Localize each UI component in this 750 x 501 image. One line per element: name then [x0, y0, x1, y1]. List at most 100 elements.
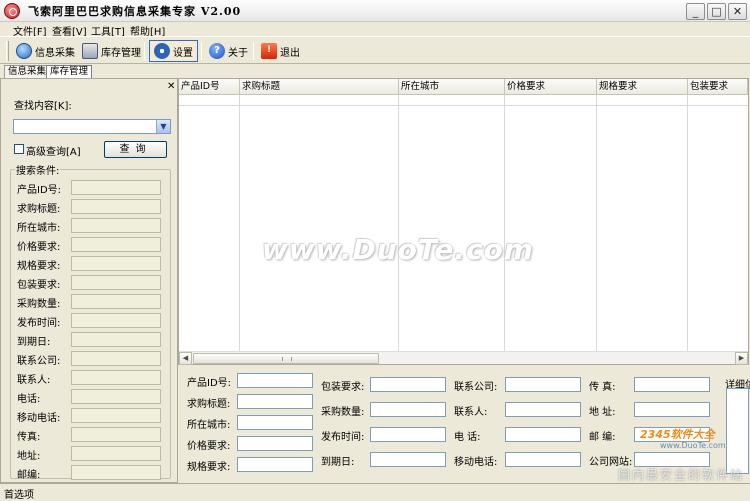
search-field-label: 移动电话: [17, 413, 61, 424]
scroll-thumb[interactable] [193, 353, 379, 364]
search-field-input[interactable] [71, 256, 161, 271]
detail-label: 发布时间: [321, 432, 365, 443]
search-field-label: 地址: [17, 451, 41, 462]
detail-label: 产品ID号: [187, 378, 232, 389]
toolbar-separator [201, 42, 202, 60]
minimize-button[interactable]: _ [686, 3, 705, 20]
search-field-label: 求购标题: [17, 204, 61, 215]
search-field-input[interactable] [71, 370, 161, 385]
detail-input[interactable] [237, 457, 313, 472]
about-label: 关于 [228, 47, 248, 59]
maximize-button[interactable]: □ [707, 3, 726, 20]
search-field-input[interactable] [71, 180, 161, 195]
detail-input[interactable] [370, 377, 446, 392]
detail-label: 传 真: [589, 382, 616, 393]
search-field-label: 电话: [17, 394, 41, 405]
detail-input[interactable] [370, 452, 446, 467]
detail-input[interactable] [505, 452, 581, 467]
inventory-button[interactable]: 库存管理 [78, 40, 145, 62]
toolbar-separator [144, 42, 145, 60]
detail-textarea[interactable] [726, 388, 749, 474]
column-divider [596, 95, 597, 351]
search-field-input[interactable] [71, 408, 161, 423]
watermark-site-name: 2345软件大全 [640, 428, 715, 441]
table-row[interactable] [179, 95, 748, 106]
search-field-label: 价格要求: [17, 242, 61, 253]
column-header[interactable]: 价格要求 [505, 79, 597, 95]
search-field-input[interactable] [71, 275, 161, 290]
gear-icon [154, 43, 170, 59]
settings-label: 设置 [173, 47, 193, 59]
detail-input[interactable] [505, 377, 581, 392]
watermark-text: www.DuoTe.com [262, 233, 534, 266]
search-field-label: 邮编: [17, 470, 41, 481]
tab-info-collect[interactable]: 信息采集 [4, 65, 51, 78]
detail-input[interactable] [505, 402, 581, 417]
search-field-label: 传真: [17, 432, 41, 443]
detail-input[interactable] [505, 427, 581, 442]
exit-button[interactable]: ! 退出 [257, 40, 304, 62]
info-collect-button[interactable]: 信息采集 [12, 40, 79, 62]
detail-label: 联系人: [454, 407, 488, 418]
detail-input[interactable] [237, 394, 313, 409]
search-field-input[interactable] [71, 313, 161, 328]
detail-input[interactable] [370, 402, 446, 417]
column-header[interactable]: 包装要求 [688, 79, 748, 95]
search-field-input[interactable] [71, 218, 161, 233]
horizontal-scrollbar[interactable]: ◀ ▶ [179, 351, 748, 365]
column-header[interactable]: 规格要求 [597, 79, 688, 95]
results-grid[interactable]: 产品ID号 求购标题 所在城市 价格要求 规格要求 包装要求 ◀ ▶ [178, 78, 749, 365]
search-panel: ✕ 查找内容[K]: ▼ 高级查询[A] 查询 搜索条件: 产品ID号: 求购标题… [0, 78, 178, 483]
detail-input[interactable] [634, 377, 710, 392]
scroll-left-icon[interactable]: ◀ [179, 352, 192, 365]
query-button[interactable]: 查询 [104, 141, 167, 158]
column-header[interactable]: 产品ID号 [179, 79, 240, 95]
advanced-query-checkbox[interactable] [14, 144, 24, 154]
search-field-input[interactable] [71, 465, 161, 480]
search-field-input[interactable] [71, 446, 161, 461]
search-field-input[interactable] [71, 427, 161, 442]
detail-input[interactable] [634, 452, 710, 467]
column-divider [687, 95, 688, 351]
close-window-button[interactable]: ✕ [728, 3, 747, 20]
detail-label: 联系公司: [454, 382, 498, 393]
search-field-input[interactable] [71, 294, 161, 309]
column-divider [504, 95, 505, 351]
info-collect-label: 信息采集 [35, 47, 75, 59]
about-button[interactable]: ? 关于 [205, 40, 252, 62]
detail-input[interactable] [237, 436, 313, 451]
close-panel-icon[interactable]: ✕ [167, 81, 175, 92]
search-field-label: 联系人: [17, 375, 51, 386]
settings-button[interactable]: 设置 [149, 40, 198, 62]
find-label: 查找内容[K]: [14, 101, 72, 112]
column-divider [398, 95, 399, 351]
search-field-input[interactable] [71, 199, 161, 214]
scroll-right-icon[interactable]: ▶ [735, 352, 748, 365]
detail-label: 邮 编: [589, 432, 616, 443]
toolbar-grip [6, 41, 9, 61]
search-field-input[interactable] [71, 389, 161, 404]
detail-input[interactable] [634, 402, 710, 417]
detail-label: 采购数量: [321, 407, 365, 418]
search-field-label: 所在城市: [17, 223, 61, 234]
inventory-label: 库存管理 [101, 47, 141, 59]
detail-label: 价格要求: [187, 441, 231, 452]
detail-input[interactable] [237, 415, 313, 430]
column-header[interactable]: 求购标题 [240, 79, 399, 95]
detail-input[interactable] [237, 373, 313, 388]
search-field-input[interactable] [71, 237, 161, 252]
app-logo-icon [4, 3, 20, 19]
tab-inventory[interactable]: 库存管理 [46, 65, 93, 78]
detail-input[interactable] [370, 427, 446, 442]
find-combo[interactable]: ▼ [13, 119, 171, 134]
advanced-query-label: 高级查询[A] [26, 147, 81, 158]
chevron-down-icon[interactable]: ▼ [156, 120, 170, 133]
globe-icon [16, 43, 32, 59]
status-text: 首选项 [4, 490, 34, 501]
column-header[interactable]: 所在城市 [399, 79, 505, 95]
help-icon: ? [209, 43, 225, 59]
detail-label: 移动电话: [454, 457, 498, 468]
watermark-site: 2345软件大全 [640, 426, 715, 442]
search-field-input[interactable] [71, 332, 161, 347]
search-field-input[interactable] [71, 351, 161, 366]
